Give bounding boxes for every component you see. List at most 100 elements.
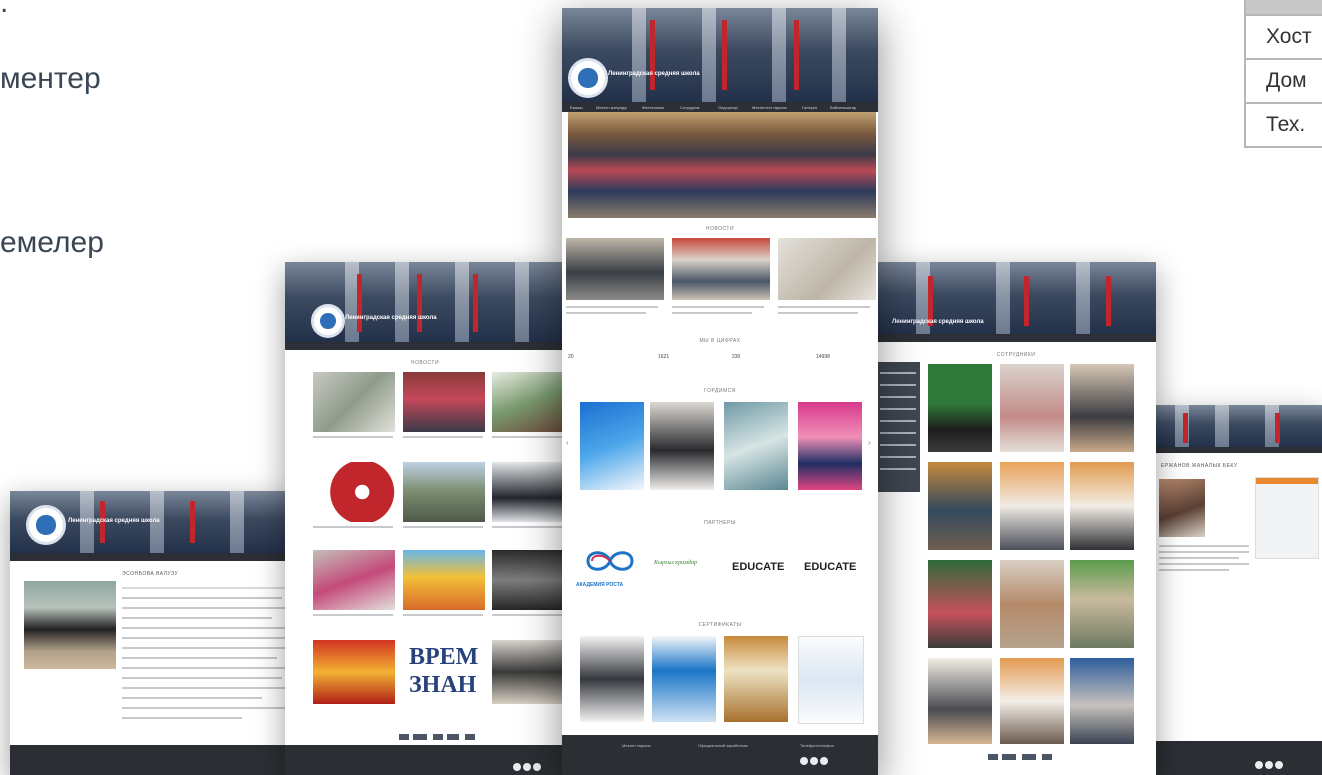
slide-text-line1: ментер xyxy=(0,62,101,95)
news-thumb[interactable] xyxy=(313,550,395,610)
site-footer xyxy=(1155,741,1322,775)
website-preview-right: ЕРЖАНОВ ЖАНАЛЫК БЕКУ xyxy=(1155,405,1322,775)
site-banner xyxy=(1155,405,1322,447)
site-nav xyxy=(10,553,300,561)
staff-photo xyxy=(1000,658,1064,744)
website-preview-news: Ленинградская средняя школа НОВОСТИ ВРЕМ… xyxy=(285,262,565,775)
nav-item[interactable]: Мектеп жөнүндө xyxy=(596,105,627,110)
profile-photo xyxy=(24,581,116,669)
stat-value: 20 xyxy=(568,354,574,360)
certificate-image[interactable] xyxy=(580,636,644,722)
website-preview-staff: Ленинградская средняя школа СОТРУДНИКИ xyxy=(876,262,1156,775)
table-row-tech: Тех. xyxy=(1266,113,1306,136)
staff-sidebar xyxy=(876,362,920,492)
news-thumb[interactable] xyxy=(672,238,770,300)
staff-photo xyxy=(1070,560,1134,648)
nav-item[interactable]: Башкы xyxy=(570,105,583,110)
staff-photo xyxy=(928,462,992,550)
nav-item[interactable]: Жетекчилик xyxy=(642,105,664,110)
stat-value: 14998 xyxy=(816,354,830,360)
certificate-image[interactable] xyxy=(798,636,864,724)
partner-label: EDUCATE xyxy=(732,561,785,573)
nav-item[interactable]: Галерея xyxy=(802,105,817,110)
site-nav: Башкы Мектеп жөнүндө Жетекчилик Сотрудни… xyxy=(562,102,878,112)
site-banner: Ленинградская средняя школа xyxy=(876,262,1156,334)
profile-photo xyxy=(1159,479,1205,537)
staff-photo xyxy=(1070,462,1134,550)
site-banner: Ленинградская средняя школа xyxy=(10,491,300,553)
partner-logo-infinity[interactable] xyxy=(580,548,640,578)
carousel-prev-icon[interactable]: ‹ xyxy=(566,438,569,447)
section-partners-title: ПАРТНЕРЫ xyxy=(704,520,736,526)
news-thumb[interactable] xyxy=(313,372,395,432)
proud-photo[interactable] xyxy=(580,402,644,490)
news-thumb[interactable] xyxy=(403,372,485,432)
staff-photo xyxy=(928,364,992,452)
sidebar-panel xyxy=(1255,477,1319,559)
site-nav xyxy=(876,334,1156,342)
site-footer xyxy=(10,745,300,775)
carousel-next-icon[interactable]: › xyxy=(868,438,871,447)
staff-photo xyxy=(1000,560,1064,648)
page-title: ЕРЖАНОВ ЖАНАЛЫК БЕКУ xyxy=(1161,463,1238,469)
staff-photo xyxy=(1070,658,1134,744)
news-thumb[interactable] xyxy=(313,640,395,704)
footer-col: Мектеп тарыхы xyxy=(622,743,651,748)
website-preview-profile: Ленинградская средняя школа ЭСОНБОВА ВАЛ… xyxy=(10,491,300,775)
proud-photo[interactable] xyxy=(798,402,862,490)
poster-text: ВРЕМ xyxy=(409,644,479,670)
section-certificates-title: СЕРТИФИКАТЫ xyxy=(698,622,742,628)
bullet-dot: . xyxy=(0,0,9,19)
news-thumb[interactable] xyxy=(313,462,395,522)
news-thumb[interactable]: ВРЕМ ЗНАН xyxy=(403,640,485,704)
table-row-host: Хост xyxy=(1246,16,1322,60)
proud-photo[interactable] xyxy=(650,402,714,490)
staff-photo xyxy=(1070,364,1134,452)
partner-label: Кыргыз крамдар xyxy=(654,560,697,566)
news-thumb[interactable] xyxy=(492,550,565,610)
footer-col: Телефон/телефон xyxy=(800,743,834,748)
staff-photo xyxy=(928,658,992,744)
table-row-domain: Дом xyxy=(1246,60,1322,104)
nav-item[interactable]: Сотрудник xyxy=(680,105,699,110)
section-staff-title: СОТРУДНИКИ xyxy=(996,352,1036,358)
social-icon[interactable] xyxy=(810,757,818,765)
section-numbers-title: МЫ В ЦИФРАХ xyxy=(699,338,741,344)
news-thumb[interactable] xyxy=(492,462,565,522)
news-thumb[interactable] xyxy=(566,238,664,300)
news-thumb[interactable] xyxy=(778,238,876,300)
stat-value: 1621 xyxy=(658,354,670,360)
staff-photo xyxy=(1000,462,1064,550)
nav-item[interactable]: Мектептин тарыхы xyxy=(752,105,787,110)
news-thumb[interactable] xyxy=(492,372,565,432)
nav-item[interactable]: Байланыштар xyxy=(830,105,856,110)
site-nav xyxy=(1155,447,1322,453)
section-news-title: НОВОСТИ xyxy=(410,360,440,366)
site-banner: Ленинградская средняя школа xyxy=(285,262,565,342)
nav-item[interactable]: Окуучулар xyxy=(718,105,738,110)
table-header xyxy=(1246,0,1322,16)
social-icon[interactable] xyxy=(800,757,808,765)
social-icon[interactable] xyxy=(820,757,828,765)
staff-photo xyxy=(1000,364,1064,452)
poster-text: ЗНАН xyxy=(409,672,477,698)
section-news-title: НОВОСТИ xyxy=(705,226,735,232)
staff-photo xyxy=(928,560,992,648)
site-banner: Ленинградская средняя школа xyxy=(562,8,878,102)
certificate-image[interactable] xyxy=(652,636,716,722)
hero-slider-photo[interactable] xyxy=(568,112,876,218)
site-footer xyxy=(285,745,565,775)
site-nav xyxy=(285,342,565,350)
news-thumb[interactable] xyxy=(492,640,565,704)
infinity-icon xyxy=(586,551,634,571)
website-preview-home: Ленинградская средняя школа Башкы Мектеп… xyxy=(562,8,878,775)
site-footer: Мектеп тарыхы Официальный заработная Тел… xyxy=(562,735,878,775)
certificate-image[interactable] xyxy=(724,636,788,722)
news-thumb[interactable] xyxy=(403,462,485,522)
news-thumb[interactable] xyxy=(403,550,485,610)
partner-label: EDUCATE xyxy=(804,561,857,573)
proud-photo[interactable] xyxy=(724,402,788,490)
slide-text-line2: емелер xyxy=(0,226,104,259)
section-proud-title: ГОРДИМСЯ xyxy=(704,388,736,394)
page-title: ЭСОНБОВА ВАЛУЗУ xyxy=(122,571,179,577)
